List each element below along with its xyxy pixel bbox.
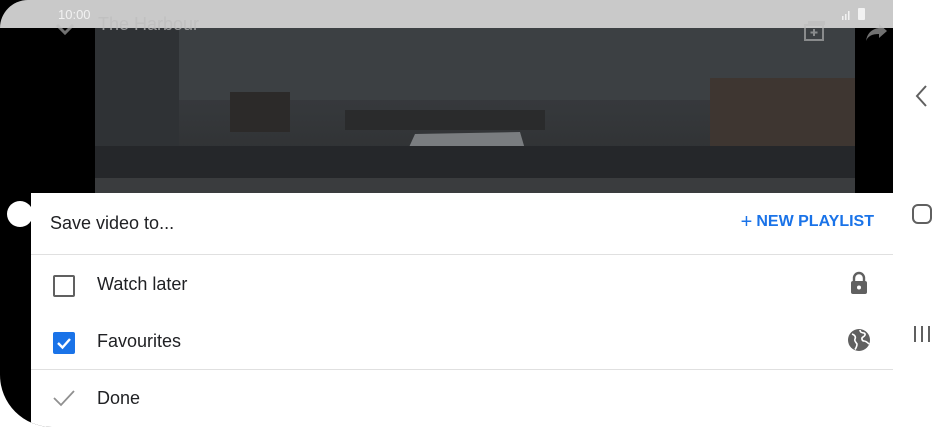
- new-playlist-button[interactable]: + NEW PLAYLIST: [740, 211, 874, 233]
- done-label: Done: [97, 388, 141, 408]
- chevron-down-icon[interactable]: [54, 22, 76, 36]
- harbour-scene: [95, 28, 855, 194]
- done-button[interactable]: Done: [31, 370, 893, 426]
- header-divider: [31, 254, 893, 255]
- playlist-label: Watch later: [97, 274, 188, 294]
- plus-icon: +: [740, 211, 753, 233]
- video-title: The Harbour: [98, 14, 200, 34]
- lock-icon: [851, 271, 867, 294]
- check-icon: [57, 338, 71, 350]
- playlist-label: Favourites: [97, 331, 182, 351]
- recent-apps-icon[interactable]: [908, 320, 936, 348]
- camera-cutout: [7, 201, 33, 227]
- status-time: 10:00: [58, 7, 91, 22]
- checkmark-icon: [53, 390, 75, 407]
- sheet-header: Save video to... + NEW PLAYLIST: [31, 193, 893, 254]
- playlist-item-watch-later[interactable]: Watch later: [31, 256, 893, 312]
- globe-icon: [848, 329, 870, 351]
- sheet-title: Save video to...: [50, 213, 175, 233]
- signal-icon: [842, 11, 850, 20]
- device-screen: 10:00 The Harbour Save video to... + NEW…: [0, 0, 893, 427]
- share-icon[interactable]: [865, 22, 889, 42]
- back-icon[interactable]: [908, 82, 936, 110]
- battery-icon: [858, 8, 865, 20]
- system-navigation-bar: [893, 0, 950, 427]
- checkbox-checked[interactable]: [53, 332, 75, 354]
- new-playlist-label: NEW PLAYLIST: [756, 213, 874, 230]
- playlist-item-favourites[interactable]: Favourites: [31, 313, 893, 369]
- checkbox-unchecked[interactable]: [53, 275, 75, 297]
- add-to-queue-icon[interactable]: [803, 19, 827, 43]
- video-player[interactable]: [95, 28, 855, 194]
- home-icon[interactable]: [908, 200, 936, 228]
- save-to-playlist-sheet: Save video to... + NEW PLAYLIST Watch la…: [31, 193, 893, 427]
